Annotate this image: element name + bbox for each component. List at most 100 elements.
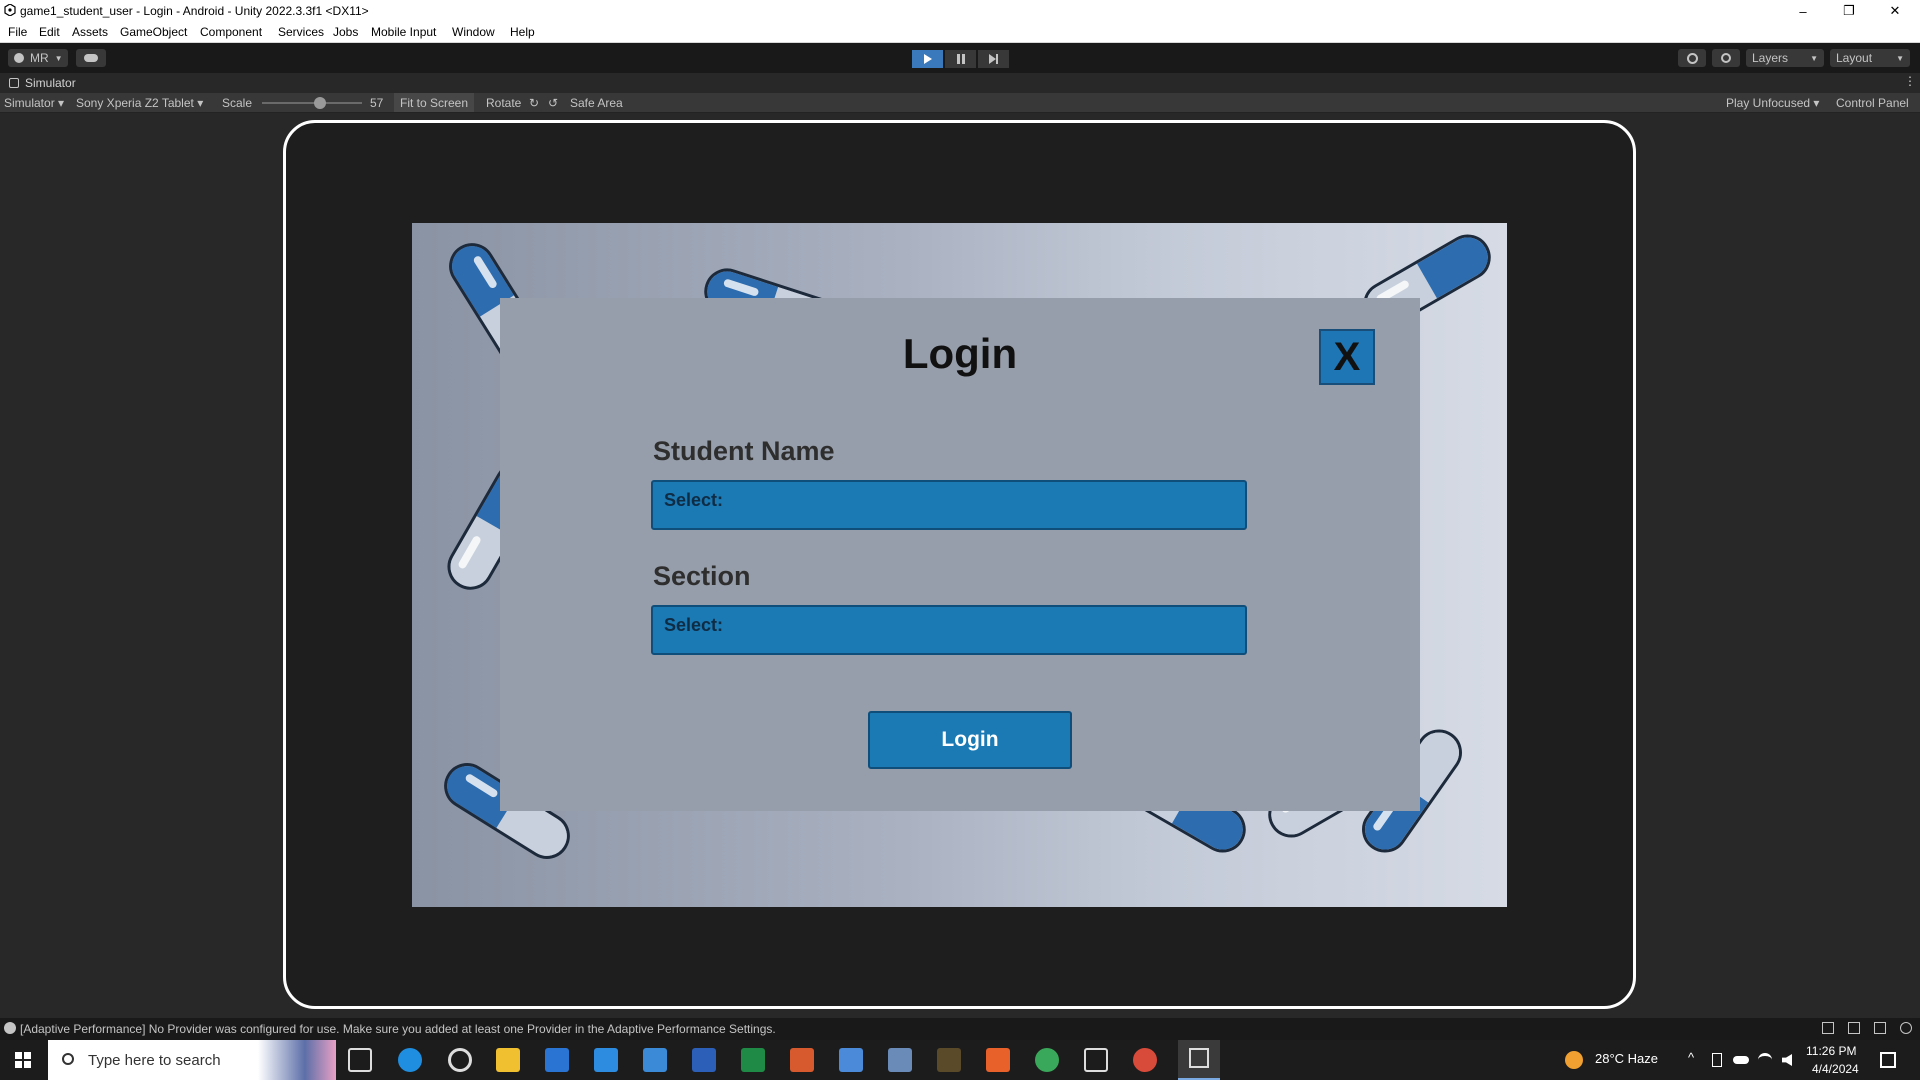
chrome-icon[interactable] — [1133, 1048, 1157, 1072]
xampp-icon[interactable] — [986, 1048, 1010, 1072]
cloud-icon — [84, 54, 98, 62]
rotate-right-icon[interactable]: ↺ — [548, 96, 558, 110]
play-focus-dropdown[interactable]: Play Unfocused ▾ — [1726, 96, 1819, 110]
unity-editor-window: game1_student_user - Login - Android - U… — [0, 0, 1920, 1080]
unity-logo-icon — [1189, 1048, 1209, 1068]
chevron-up-icon[interactable]: ^ — [1688, 1050, 1694, 1080]
simulator-tab[interactable]: Simulator ⋮ — [0, 73, 1920, 93]
windows-taskbar: Type here to search 28°C Haze ^ 11:26 PM… — [0, 1040, 1920, 1080]
chrome-icon[interactable] — [1035, 1048, 1059, 1072]
powerpoint-icon[interactable] — [790, 1048, 814, 1072]
search-highlight-image — [258, 1040, 336, 1080]
app-icon[interactable] — [643, 1048, 667, 1072]
close-button[interactable]: X — [1319, 329, 1375, 385]
minimize-button[interactable]: – — [1780, 0, 1826, 22]
debug-icon[interactable] — [1822, 1022, 1834, 1034]
chevron-down-icon: ▼ — [1810, 53, 1818, 63]
login-button[interactable]: Login — [868, 711, 1072, 769]
file-explorer-icon[interactable] — [496, 1048, 520, 1072]
restore-button[interactable]: ❐ — [1826, 0, 1872, 22]
layers-label: Layers — [1752, 51, 1789, 65]
menu-file[interactable]: File — [8, 25, 27, 39]
excel-icon[interactable] — [741, 1048, 765, 1072]
student-name-label: Student Name — [653, 436, 835, 466]
scale-slider-handle[interactable] — [314, 97, 326, 109]
device-icon[interactable] — [1712, 1053, 1722, 1067]
layers-dropdown[interactable]: Layers ▼ — [1746, 49, 1824, 67]
unity-logo-icon — [4, 4, 16, 16]
menu-help[interactable]: Help — [510, 25, 535, 39]
menu-jobs[interactable]: Jobs — [333, 25, 358, 39]
unity-editor-task-active[interactable] — [1178, 1040, 1220, 1080]
chevron-down-icon: ▼ — [54, 53, 63, 63]
scale-slider[interactable] — [262, 97, 362, 109]
account-label: MR — [30, 51, 49, 65]
onedrive-icon[interactable] — [1733, 1056, 1749, 1064]
cloud-button[interactable] — [76, 49, 106, 67]
search-button[interactable] — [1712, 49, 1740, 67]
pause-button[interactable] — [945, 50, 976, 68]
calculator-icon[interactable] — [888, 1048, 912, 1072]
console-status-bar[interactable]: [Adaptive Performance] No Provider was c… — [0, 1018, 1920, 1040]
scale-value: 57 — [370, 96, 384, 110]
search-icon — [62, 1053, 74, 1065]
menu-component[interactable]: Component — [200, 25, 262, 39]
weather-icon[interactable] — [1565, 1051, 1583, 1069]
taskbar-search-box[interactable]: Type here to search — [48, 1040, 336, 1080]
play-focus-label: Play Unfocused — [1726, 96, 1811, 110]
scale-label: Scale — [222, 96, 253, 110]
layout-label: Layout — [1836, 51, 1873, 65]
simulator-tab-icon — [9, 78, 19, 88]
section-label: Section — [653, 561, 751, 591]
menu-window[interactable]: Window — [452, 25, 495, 39]
network-icon[interactable] — [1874, 1022, 1886, 1034]
close-window-button[interactable]: ✕ — [1872, 0, 1918, 22]
simulator-mode-dropdown[interactable]: Simulator ▾ — [4, 96, 64, 110]
database-icon[interactable] — [1848, 1022, 1860, 1034]
mail-icon[interactable] — [594, 1048, 618, 1072]
device-dropdown[interactable]: Sony Xperia Z2 Tablet ▾ — [76, 96, 203, 110]
volume-icon[interactable] — [1782, 1054, 1792, 1066]
section-dropdown[interactable]: Select: — [651, 605, 1247, 655]
task-view-icon[interactable] — [348, 1048, 372, 1072]
pause-icon — [956, 54, 965, 64]
history-button[interactable] — [1678, 49, 1706, 67]
menu-mobile-input[interactable]: Mobile Input — [371, 25, 436, 39]
step-icon — [988, 54, 998, 64]
wifi-icon[interactable] — [1758, 1053, 1772, 1067]
menu-services[interactable]: Services — [278, 25, 324, 39]
edge-icon[interactable] — [398, 1048, 422, 1072]
simulator-mode-label: Simulator — [4, 96, 55, 110]
minecraft-icon[interactable] — [937, 1048, 961, 1072]
info-icon — [4, 1022, 16, 1034]
control-panel-button[interactable]: Control Panel — [1836, 96, 1909, 110]
app-icon[interactable] — [839, 1048, 863, 1072]
simulator-tab-label: Simulator — [25, 76, 76, 90]
store-icon[interactable] — [545, 1048, 569, 1072]
progress-icon[interactable] — [1900, 1022, 1912, 1034]
settings-gear-icon[interactable] — [448, 1048, 472, 1072]
account-dropdown[interactable]: MR ▼ — [8, 49, 68, 67]
step-button[interactable] — [978, 50, 1009, 68]
close-icon: X — [1333, 334, 1361, 379]
windows-logo-icon — [15, 1052, 31, 1068]
weather-text[interactable]: 28°C Haze — [1595, 1051, 1658, 1080]
menu-gameobject[interactable]: GameObject — [120, 25, 187, 39]
notification-icon[interactable] — [1880, 1052, 1896, 1068]
safe-area-toggle[interactable]: Safe Area — [570, 96, 623, 110]
fit-to-screen-button[interactable]: Fit to Screen — [394, 93, 475, 112]
play-button[interactable] — [912, 50, 943, 68]
login-button-label: Login — [941, 728, 999, 751]
clock-date[interactable]: 4/4/2024 — [1812, 1062, 1859, 1080]
menu-assets[interactable]: Assets — [72, 25, 108, 39]
student-name-dropdown[interactable]: Select: — [651, 480, 1247, 530]
more-options-icon[interactable]: ⋮ — [1904, 74, 1916, 88]
layout-dropdown[interactable]: Layout ▼ — [1830, 49, 1910, 67]
start-button[interactable] — [0, 1040, 46, 1080]
game-screen: Login X Student Name Select: Section Sel… — [412, 223, 1507, 907]
menu-edit[interactable]: Edit — [39, 25, 60, 39]
rotate-left-icon[interactable]: ↻ — [529, 96, 539, 110]
word-icon[interactable] — [692, 1048, 716, 1072]
unity-hub-icon[interactable] — [1084, 1048, 1108, 1072]
console-message: [Adaptive Performance] No Provider was c… — [20, 1022, 776, 1036]
